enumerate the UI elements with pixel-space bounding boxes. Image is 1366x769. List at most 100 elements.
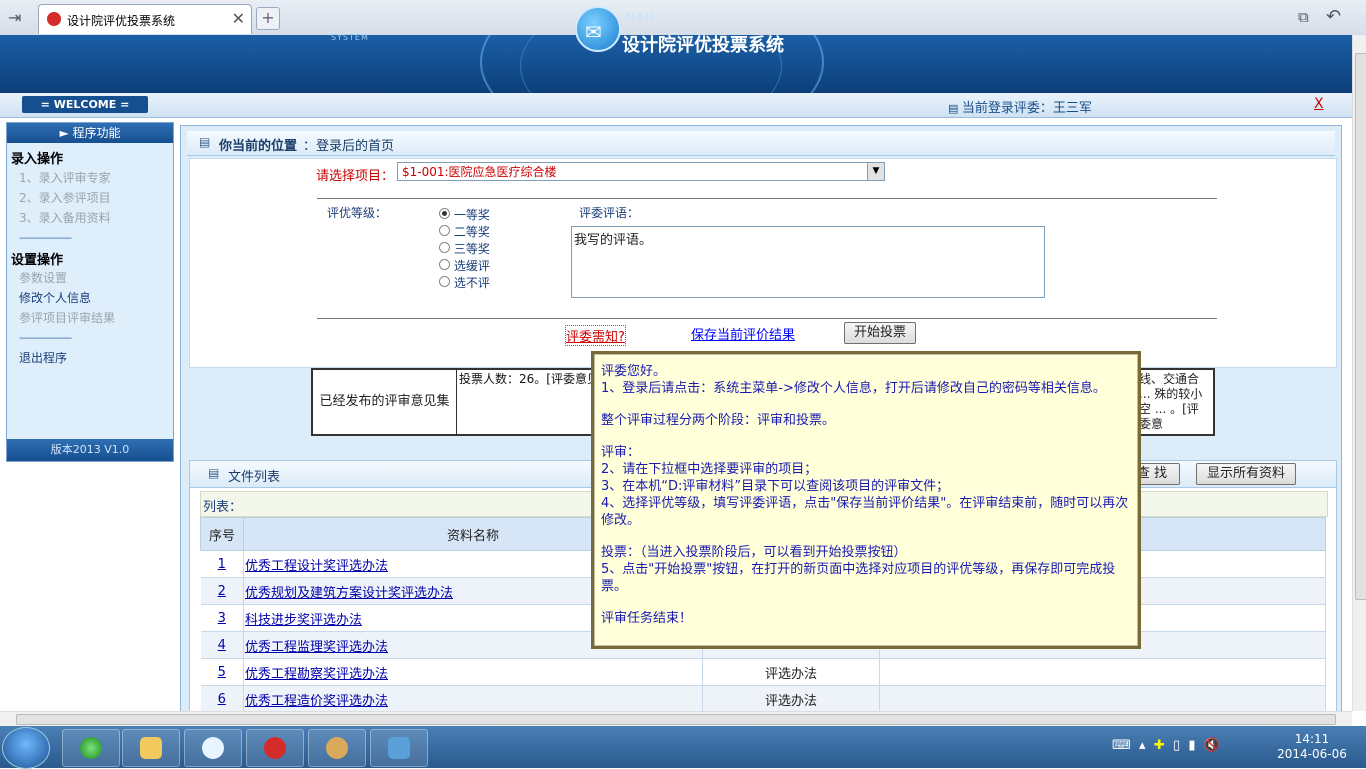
form-divider bbox=[317, 198, 1217, 199]
table-row[interactable]: 5 优秀工程勘察奖评选办法 评选办法 bbox=[200, 658, 1326, 686]
menu-item-results[interactable]: 参评项目评审结果 bbox=[19, 309, 115, 326]
new-tab-button[interactable]: + bbox=[256, 7, 280, 30]
row-number: 1 bbox=[200, 550, 244, 578]
menu-divider: -------------------- bbox=[19, 233, 72, 244]
project-label: 请选择项目： bbox=[316, 169, 395, 184]
window-restore-icon[interactable]: ⧉ bbox=[1298, 8, 1309, 26]
row-number-link[interactable]: 1 bbox=[218, 557, 226, 572]
back-arrow-icon[interactable]: ↶ bbox=[1326, 6, 1341, 27]
chevron-up-icon[interactable]: ▴ bbox=[1139, 738, 1146, 753]
tooltip-line: 3、在本机“D:评审材料”目录下可以查阅该项目的评审文件； bbox=[601, 479, 950, 494]
grade-option[interactable]: 选缓评 bbox=[439, 257, 490, 274]
grade-option[interactable]: 选不评 bbox=[439, 274, 490, 291]
notice-link[interactable]: 评委需知? bbox=[565, 325, 626, 346]
welcome-badge: = WELCOME = bbox=[22, 96, 148, 113]
chevron-down-icon[interactable]: ▼ bbox=[867, 163, 884, 180]
row-number-link[interactable]: 6 bbox=[218, 692, 226, 707]
start-vote-button[interactable]: 开始投票 bbox=[844, 322, 916, 344]
comment-label: 评委评语： bbox=[579, 206, 640, 220]
tab-title: 设计院评优投票系统 bbox=[67, 14, 176, 28]
row-name: 优秀工程造价奖评选办法 bbox=[243, 685, 703, 713]
menu-item-input-materials[interactable]: 3、录入备用资料 bbox=[19, 209, 111, 226]
comment-textarea[interactable]: 我写的评语。 bbox=[571, 226, 1045, 298]
vertical-scrollbar[interactable] bbox=[1352, 35, 1366, 711]
document-link[interactable]: 优秀工程监理奖评选办法 bbox=[245, 640, 388, 655]
radio-icon[interactable] bbox=[439, 242, 450, 253]
column-header: 序号 bbox=[200, 517, 244, 551]
radio-selected-icon[interactable] bbox=[439, 208, 450, 219]
keyboard-icon[interactable]: ⌨ bbox=[1112, 738, 1131, 753]
project-select[interactable]: $1-001:医院应急医疗综合楼 ▼ bbox=[397, 162, 885, 181]
tab-close-icon[interactable]: ✕ bbox=[232, 9, 245, 28]
taskbar-ie-icon[interactable] bbox=[62, 729, 120, 767]
file-list-title: 文件列表 bbox=[228, 470, 281, 485]
row-number-link[interactable]: 2 bbox=[218, 584, 226, 599]
published-text-right: 线、交通合 ... 殊的较小空 ... 。[评委意 bbox=[1139, 372, 1203, 431]
table-row[interactable]: 6 优秀工程造价奖评选办法 评选办法 bbox=[200, 685, 1326, 713]
menu-item-exit[interactable]: 退出程序 bbox=[19, 349, 67, 366]
taskbar-cloud-icon[interactable] bbox=[184, 729, 242, 767]
browser-logo-icon bbox=[47, 12, 61, 26]
row-name: 优秀工程勘察奖评选办法 bbox=[243, 658, 703, 686]
radio-icon[interactable] bbox=[439, 225, 450, 236]
mail-logo-text: MAIL bbox=[626, 12, 658, 23]
menu-group-settings: 设置操作 bbox=[11, 253, 64, 268]
sidebar-toggle-icon[interactable]: ⇥ bbox=[8, 8, 21, 27]
tooltip-line: 投票：（当进入投票阶段后，可以看到开始投票按钮） bbox=[601, 545, 907, 560]
row-number-link[interactable]: 4 bbox=[218, 638, 226, 653]
row-number: 3 bbox=[200, 604, 244, 632]
clipboard-icon[interactable]: ▯ bbox=[1173, 738, 1180, 753]
horizontal-scrollbar[interactable] bbox=[0, 711, 1352, 726]
system-label: SYSTEM bbox=[331, 33, 369, 42]
signal-icon[interactable]: ▮ bbox=[1188, 738, 1195, 753]
taskbar-folder-icon[interactable] bbox=[122, 729, 180, 767]
document-link[interactable]: 优秀工程造价奖评选办法 bbox=[245, 694, 388, 709]
list-icon: ▤ bbox=[208, 466, 220, 480]
grade-option[interactable]: 二等奖 bbox=[439, 223, 490, 240]
grade-option[interactable]: 三等奖 bbox=[439, 240, 490, 257]
left-menu: ► 程序功能 录入操作 1、录入评审专家 2、录入参评项目 3、录入备用资料 -… bbox=[6, 122, 174, 462]
menu-footer-version: 版本2013 V1.0 bbox=[7, 439, 173, 461]
document-link[interactable]: 优秀规划及建筑方案设计奖评选办法 bbox=[245, 586, 453, 601]
browser-tab[interactable]: 设计院评优投票系统 ✕ bbox=[38, 4, 252, 34]
current-user: ▤ 当前登录评委：王三军 bbox=[948, 97, 1092, 116]
row-type: 评选办法 bbox=[702, 658, 880, 686]
list-icon: ▤ bbox=[199, 135, 211, 149]
save-result-link[interactable]: 保存当前评价结果 bbox=[691, 324, 795, 343]
radio-icon[interactable] bbox=[439, 259, 450, 270]
taskbar-image-viewer-icon[interactable] bbox=[370, 729, 428, 767]
taskbar-paint-icon[interactable] bbox=[308, 729, 366, 767]
tooltip-line: 1、登录后请点击：系统主菜单->修改个人信息，打开后请修改自己的密码等相关信息。 bbox=[601, 381, 1106, 396]
published-label: 已经发布的评审意见集 bbox=[313, 370, 457, 434]
row-extra bbox=[879, 658, 1326, 686]
menu-item-params[interactable]: 参数设置 bbox=[19, 269, 67, 286]
row-number-link[interactable]: 3 bbox=[218, 611, 226, 626]
clock-time: 14:11 bbox=[1294, 732, 1330, 746]
document-link[interactable]: 优秀工程设计奖评选办法 bbox=[245, 559, 388, 574]
menu-item-input-projects[interactable]: 2、录入参评项目 bbox=[19, 189, 111, 206]
grade-label: 评优等级： bbox=[327, 206, 388, 220]
taskbar-browser-icon[interactable] bbox=[246, 729, 304, 767]
menu-group-input: 录入操作 bbox=[11, 152, 64, 167]
radio-icon[interactable] bbox=[439, 276, 450, 287]
volume-muted-icon[interactable]: 🔇 bbox=[1204, 738, 1220, 753]
notice-tooltip: 评委您好。 1、登录后请点击：系统主菜单->修改个人信息，打开后请修改自己的密码… bbox=[591, 351, 1141, 649]
menu-item-input-experts[interactable]: 1、录入评审专家 bbox=[19, 169, 111, 186]
tooltip-line: 评审任务结束！ bbox=[601, 611, 693, 626]
calendar-icon: ▤ bbox=[948, 102, 962, 115]
welcome-bar bbox=[0, 93, 1352, 118]
row-number-link[interactable]: 5 bbox=[218, 665, 226, 680]
menu-item-profile[interactable]: 修改个人信息 bbox=[19, 289, 91, 306]
clock[interactable]: 14:11 2014-06-06 bbox=[1272, 732, 1352, 762]
logout-link[interactable]: X bbox=[1314, 96, 1324, 112]
current-user-label: 当前登录评委：王三军 bbox=[961, 101, 1092, 116]
start-button[interactable] bbox=[2, 727, 50, 769]
add-icon[interactable]: ✚ bbox=[1154, 738, 1165, 753]
grade-option[interactable]: 一等奖 bbox=[439, 206, 490, 223]
app-title: 设计院评优投票系统 bbox=[622, 35, 784, 56]
document-link[interactable]: 科技进步奖评选办法 bbox=[245, 613, 362, 628]
show-all-button[interactable]: 显示所有资料 bbox=[1196, 463, 1296, 485]
clock-date: 2014-06-06 bbox=[1277, 747, 1347, 761]
document-link[interactable]: 优秀工程勘察奖评选办法 bbox=[245, 667, 388, 682]
mail-icon: ✉ bbox=[575, 6, 621, 52]
